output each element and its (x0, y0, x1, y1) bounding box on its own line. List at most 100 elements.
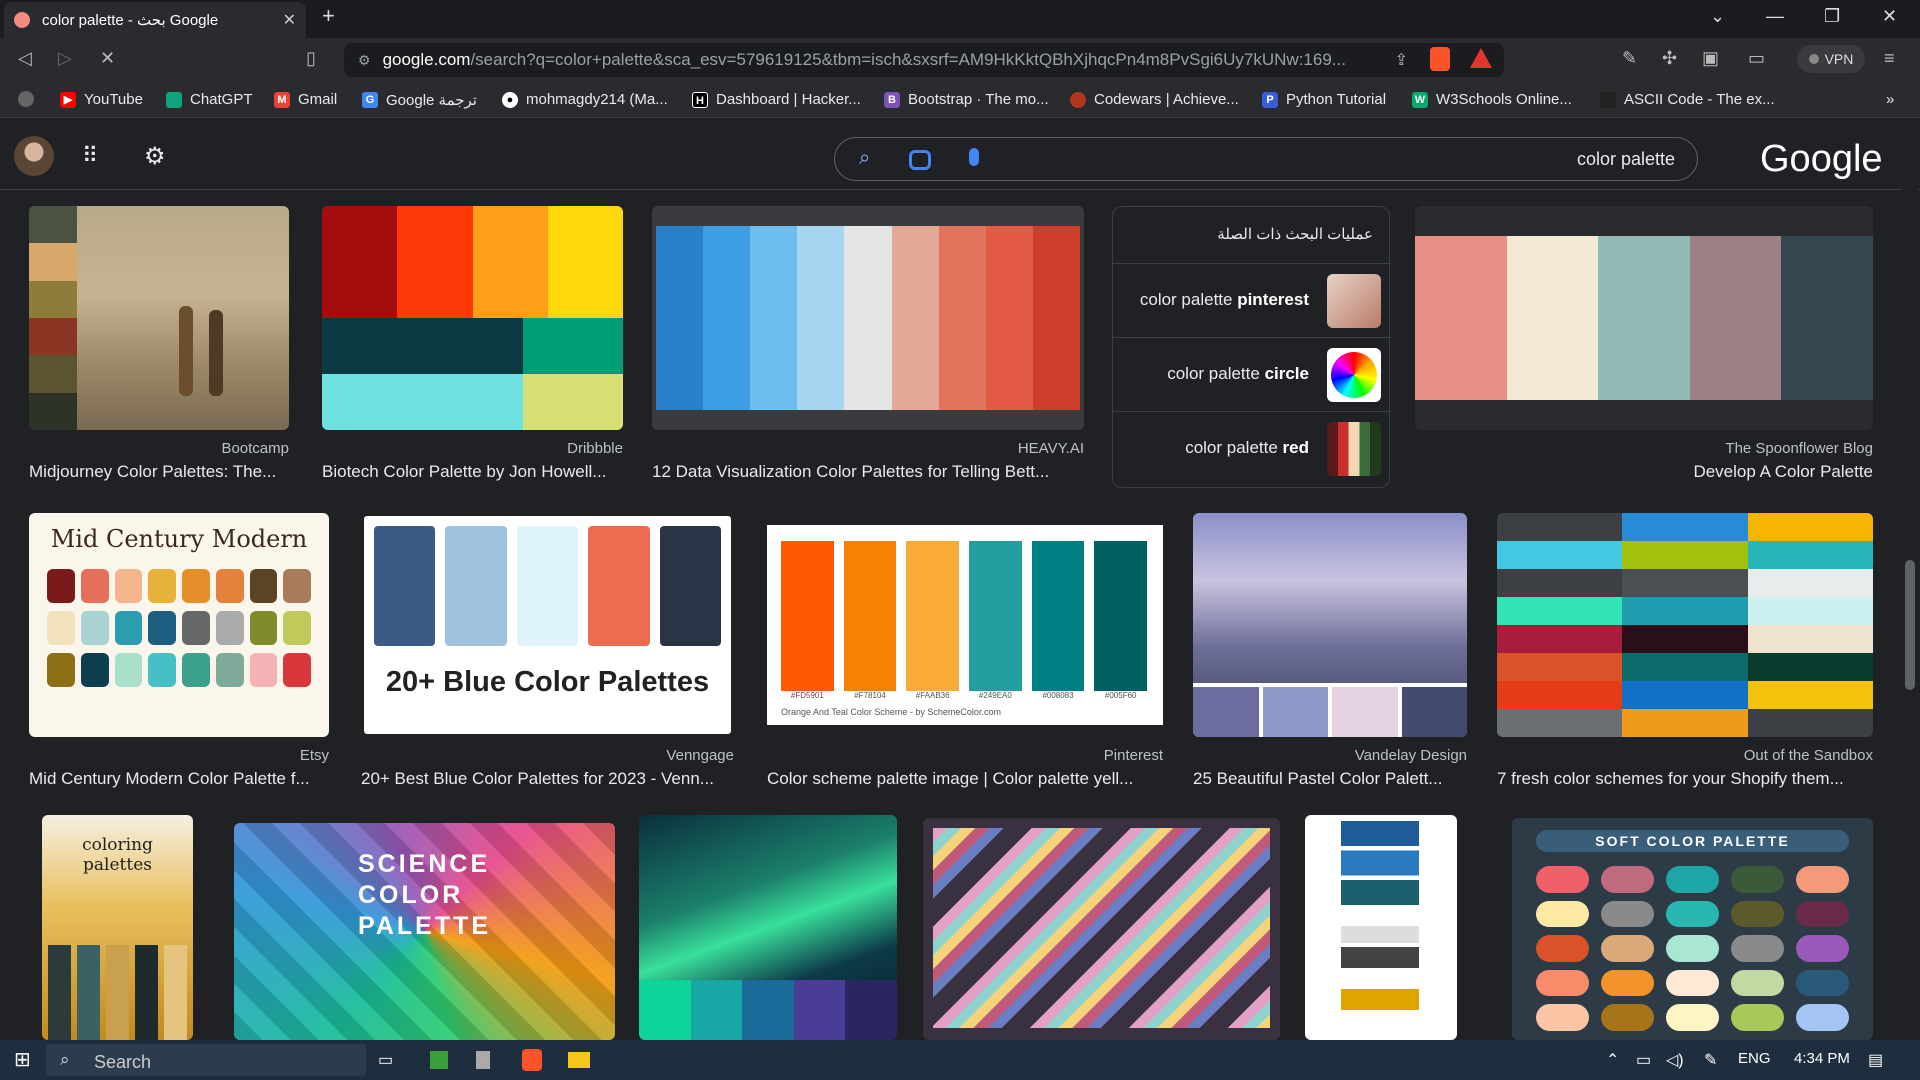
result-title[interactable]: Color scheme palette image | Color palet… (767, 769, 1163, 789)
result-title[interactable]: 12 Data Visualization Color Palettes for… (652, 462, 1084, 482)
result-image[interactable]: 20+ Blue Color Palettes (361, 513, 734, 737)
related-item[interactable]: color palette red (1113, 411, 1391, 485)
result-image[interactable]: SOFT COLOR PALETTE (1512, 818, 1873, 1040)
result-title[interactable]: 7 fresh color schemes for your Shopify t… (1497, 769, 1873, 789)
bookmark-github[interactable]: ● mohmagdy214 (Ma... (502, 91, 668, 108)
related-item[interactable]: color palette circle (1113, 337, 1391, 411)
result-image[interactable] (1305, 815, 1457, 1040)
site-info-icon[interactable]: ⚙ (358, 52, 371, 69)
url-field[interactable]: ⚙ google.com/search?q=color+palette&sca_… (344, 43, 1504, 77)
windows-start-icon[interactable]: ⊞ (14, 1047, 31, 1072)
result-card[interactable]: The Spoonflower Blog Develop A Color Pal… (1415, 206, 1873, 486)
result-title[interactable]: Biotech Color Palette by Jon Howell... (322, 462, 623, 482)
clock[interactable]: 4:34 PM (1794, 1050, 1850, 1067)
bookmark-hackerrank[interactable]: H Dashboard | Hacker... (692, 91, 861, 108)
result-card[interactable] (639, 815, 897, 1040)
back-icon[interactable]: ◁ (18, 48, 32, 69)
share-icon[interactable]: ⇪ (1395, 50, 1408, 70)
forward-icon[interactable]: ▷ (58, 48, 72, 69)
brave-browser-icon[interactable] (522, 1049, 542, 1071)
result-card[interactable]: SCIENCE COLOR PALETTE (234, 823, 615, 1040)
result-image[interactable]: #FD5901 #F78104 #FAAB36 #249EA0 #008083 #005F… (767, 513, 1163, 737)
sidebar-icon[interactable]: ▣ (1702, 48, 1719, 69)
tray-chevron-up-icon[interactable]: ⌃ (1606, 1050, 1619, 1070)
result-card[interactable] (923, 818, 1280, 1040)
minimize-icon[interactable]: — (1766, 6, 1784, 27)
calculator-icon[interactable] (476, 1051, 490, 1069)
avatar[interactable] (14, 136, 54, 176)
result-title[interactable]: Develop A Color Palette (1693, 462, 1873, 482)
result-image[interactable] (923, 818, 1280, 1040)
stop-loading-icon[interactable]: ✕ (100, 48, 115, 69)
result-card[interactable] (1305, 815, 1457, 1040)
bookmark-bootstrap[interactable]: B Bootstrap · The mo... (884, 91, 1049, 108)
more-bookmarks-icon[interactable]: » (1886, 91, 1894, 108)
pen-icon[interactable]: ✎ (1622, 48, 1637, 69)
related-item[interactable]: color palette pinterest (1113, 263, 1391, 337)
result-title[interactable]: 25 Beautiful Pastel Color Palett... (1193, 769, 1467, 789)
brave-rewards-icon[interactable] (1470, 48, 1492, 68)
extensions-icon[interactable]: ✣ (1662, 48, 1677, 69)
result-card[interactable]: Mid Century Modern Etsy Mid Century Mode… (29, 513, 329, 793)
result-image[interactable]: Mid Century Modern (29, 513, 329, 737)
result-card[interactable]: #FD5901 #F78104 #FAAB36 #249EA0 #008083 #005F… (767, 513, 1163, 793)
result-image[interactable] (1497, 513, 1873, 737)
result-title[interactable]: 20+ Best Blue Color Palettes for 2023 - … (361, 769, 734, 789)
bookmark-chatgpt[interactable]: ChatGPT (166, 91, 253, 108)
bookmark-w3schools[interactable]: W W3Schools Online... (1412, 91, 1572, 108)
page-scrollbar[interactable] (1902, 130, 1918, 1040)
pen-tray-icon[interactable]: ✎ (1704, 1050, 1717, 1070)
vpn-button[interactable]: VPN (1797, 45, 1865, 73)
task-view-icon[interactable]: ▭ (378, 1050, 393, 1070)
result-card[interactable]: 20+ Blue Color Palettes Venngage 20+ Bes… (361, 513, 734, 793)
bookmark-gmail[interactable]: M Gmail (274, 91, 337, 108)
new-tab-icon[interactable]: + (322, 3, 335, 29)
result-image[interactable] (1193, 513, 1467, 737)
menu-icon[interactable]: ≡ (1884, 48, 1895, 69)
bookmark-google-translate[interactable]: G Google ترجمة (362, 91, 477, 109)
bookmark-youtube[interactable]: ▶ YouTube (60, 91, 143, 108)
network-icon[interactable]: ▭ (1636, 1050, 1651, 1070)
language-indicator[interactable]: ENG (1738, 1050, 1771, 1067)
app-icon[interactable] (430, 1051, 448, 1069)
result-card[interactable]: Dribbble Biotech Color Palette by Jon Ho… (322, 206, 623, 486)
result-image[interactable] (322, 206, 623, 430)
google-logo[interactable]: Google (1760, 138, 1883, 181)
chevron-down-icon[interactable]: ⌄ (1710, 6, 1725, 27)
scrollbar-thumb[interactable] (1905, 560, 1915, 690)
result-image[interactable]: SCIENCE COLOR PALETTE (234, 823, 615, 1040)
result-card[interactable]: HEAVY.AI 12 Data Visualization Color Pal… (652, 206, 1084, 486)
mic-icon[interactable] (969, 148, 979, 166)
volume-icon[interactable]: ◁) (1666, 1050, 1684, 1070)
apps-grid-icon[interactable]: ⠿ (82, 143, 98, 169)
result-image[interactable] (652, 206, 1084, 430)
bookmark-python-tutorial[interactable]: P Python Tutorial (1262, 91, 1386, 108)
result-image[interactable] (639, 815, 897, 1040)
result-title[interactable]: Midjourney Color Palettes: The... (29, 462, 289, 482)
result-image[interactable]: coloring palettes (42, 815, 193, 1040)
close-tab-icon[interactable]: ✕ (283, 10, 296, 30)
result-card[interactable]: coloring palettes (42, 815, 193, 1040)
taskbar-search[interactable]: ⌕ Search (46, 1044, 366, 1076)
result-image[interactable] (29, 206, 289, 430)
bookmark-ascii[interactable]: ASCII Code - The ex... (1600, 91, 1775, 108)
result-card[interactable]: Bootcamp Midjourney Color Palettes: The.… (29, 206, 289, 486)
restore-icon[interactable]: ❐ (1824, 6, 1840, 27)
tab-active[interactable]: color palette - بحث Google ✕ (4, 2, 306, 38)
result-card[interactable]: Out of the Sandbox 7 fresh color schemes… (1497, 513, 1873, 793)
search-icon[interactable]: ⌕ (859, 147, 870, 170)
close-window-icon[interactable]: ✕ (1882, 6, 1897, 27)
search-input[interactable]: color palette (1577, 149, 1675, 170)
file-explorer-icon[interactable] (568, 1052, 590, 1068)
apps-globe-icon[interactable] (18, 91, 42, 107)
wallet-icon[interactable]: ▭ (1748, 48, 1765, 69)
brave-shield-icon[interactable] (1430, 47, 1450, 71)
result-title[interactable]: Mid Century Modern Color Palette f... (29, 769, 329, 789)
result-card[interactable]: Vandelay Design 25 Beautiful Pastel Colo… (1193, 513, 1467, 793)
search-box[interactable]: ⌕ color palette (834, 137, 1698, 181)
result-card[interactable]: SOFT COLOR PALETTE (1512, 818, 1873, 1040)
lens-icon[interactable] (909, 150, 931, 170)
notifications-icon[interactable]: ▤ (1868, 1050, 1883, 1070)
result-image[interactable] (1415, 206, 1873, 430)
bookmark-codewars[interactable]: Codewars | Achieve... (1070, 91, 1239, 108)
